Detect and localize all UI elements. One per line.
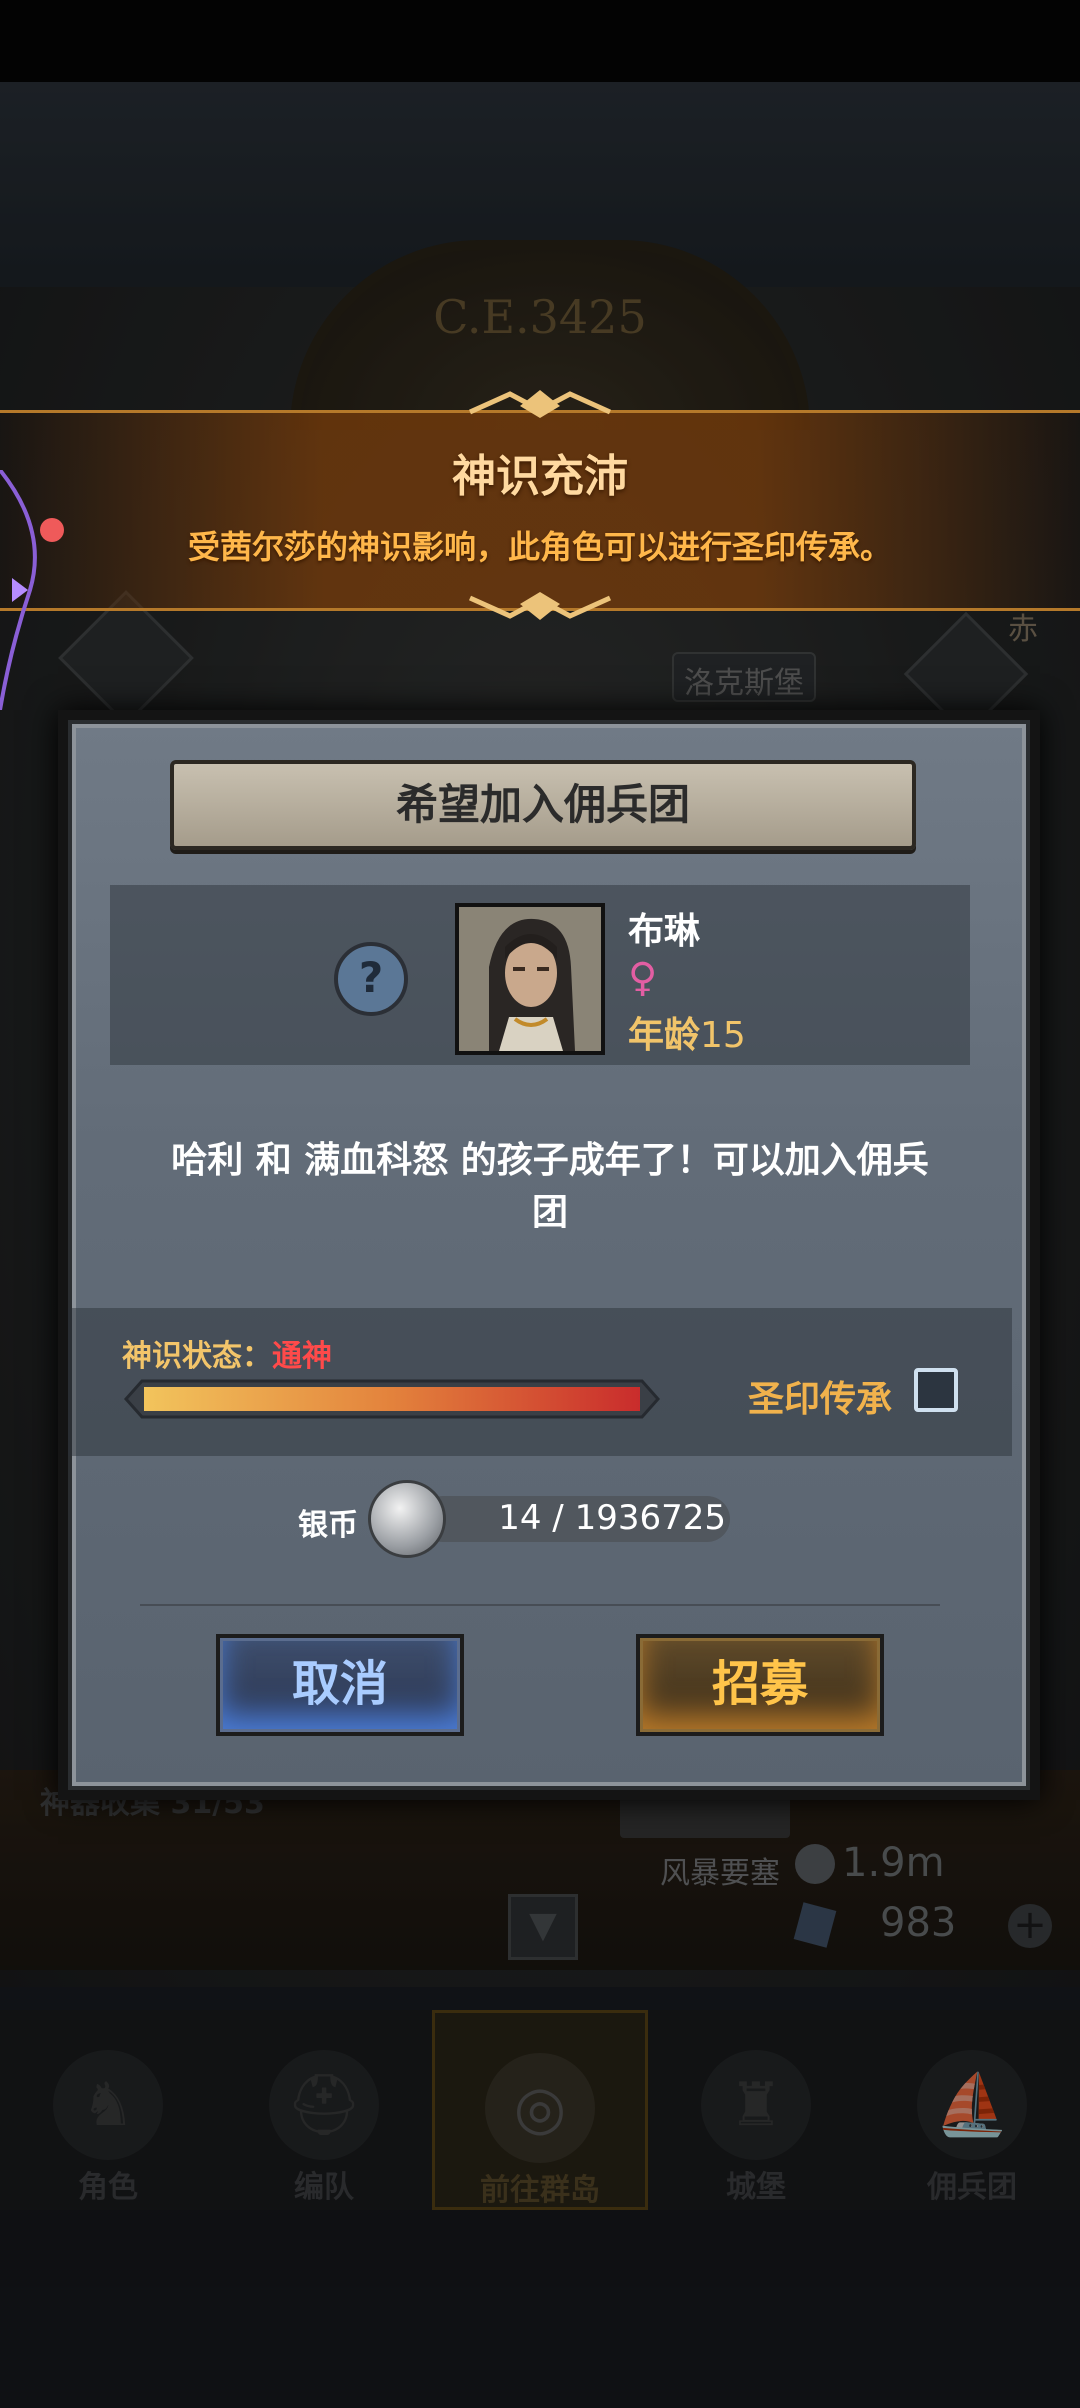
- dialog-message: 哈利 和 满血科怒 的孩子成年了！可以加入佣兵团: [171, 1140, 929, 1233]
- coin-progress-text: 14 / 1936725: [498, 1498, 726, 1538]
- divider: [140, 1604, 940, 1606]
- question-icon[interactable]: ?: [334, 942, 408, 1016]
- portrait-image: [459, 907, 601, 1051]
- age-label: 年龄: [628, 1015, 701, 1056]
- dialog-title: 希望加入佣兵团: [170, 760, 916, 850]
- banner-title: 神识充沛: [452, 451, 628, 502]
- side-drawer-tab[interactable]: [0, 470, 48, 710]
- status-bar-fill: [144, 1387, 640, 1411]
- status-label: 神识状态：: [122, 1339, 272, 1374]
- ornament-top-icon: [468, 390, 612, 418]
- status-bar-gauge: [124, 1379, 660, 1419]
- age-value: 15: [700, 1015, 746, 1056]
- cancel-button[interactable]: 取消: [216, 1634, 464, 1736]
- ornament-bottom-icon: [468, 592, 612, 620]
- heritage-checkbox[interactable]: [914, 1368, 958, 1412]
- character-portrait[interactable]: [455, 903, 605, 1055]
- notification-dot: [40, 518, 64, 542]
- coin-label: 银币: [298, 1508, 358, 1543]
- heritage-label: 圣印传承: [748, 1379, 893, 1420]
- character-name: 布琳: [628, 911, 701, 952]
- banner-subtitle: 受茜尔莎的神识影响，此角色可以进行圣印传承。: [187, 528, 892, 566]
- character-age: 年龄15: [628, 1006, 746, 1058]
- female-icon: ♀: [628, 955, 658, 1001]
- status-label-row: 神识状态：通神: [122, 1331, 332, 1375]
- recruit-dialog: [58, 710, 1040, 1800]
- silver-coin-icon: [368, 1480, 446, 1558]
- recruit-button[interactable]: 招募: [636, 1634, 884, 1736]
- status-value: 通神: [272, 1339, 332, 1374]
